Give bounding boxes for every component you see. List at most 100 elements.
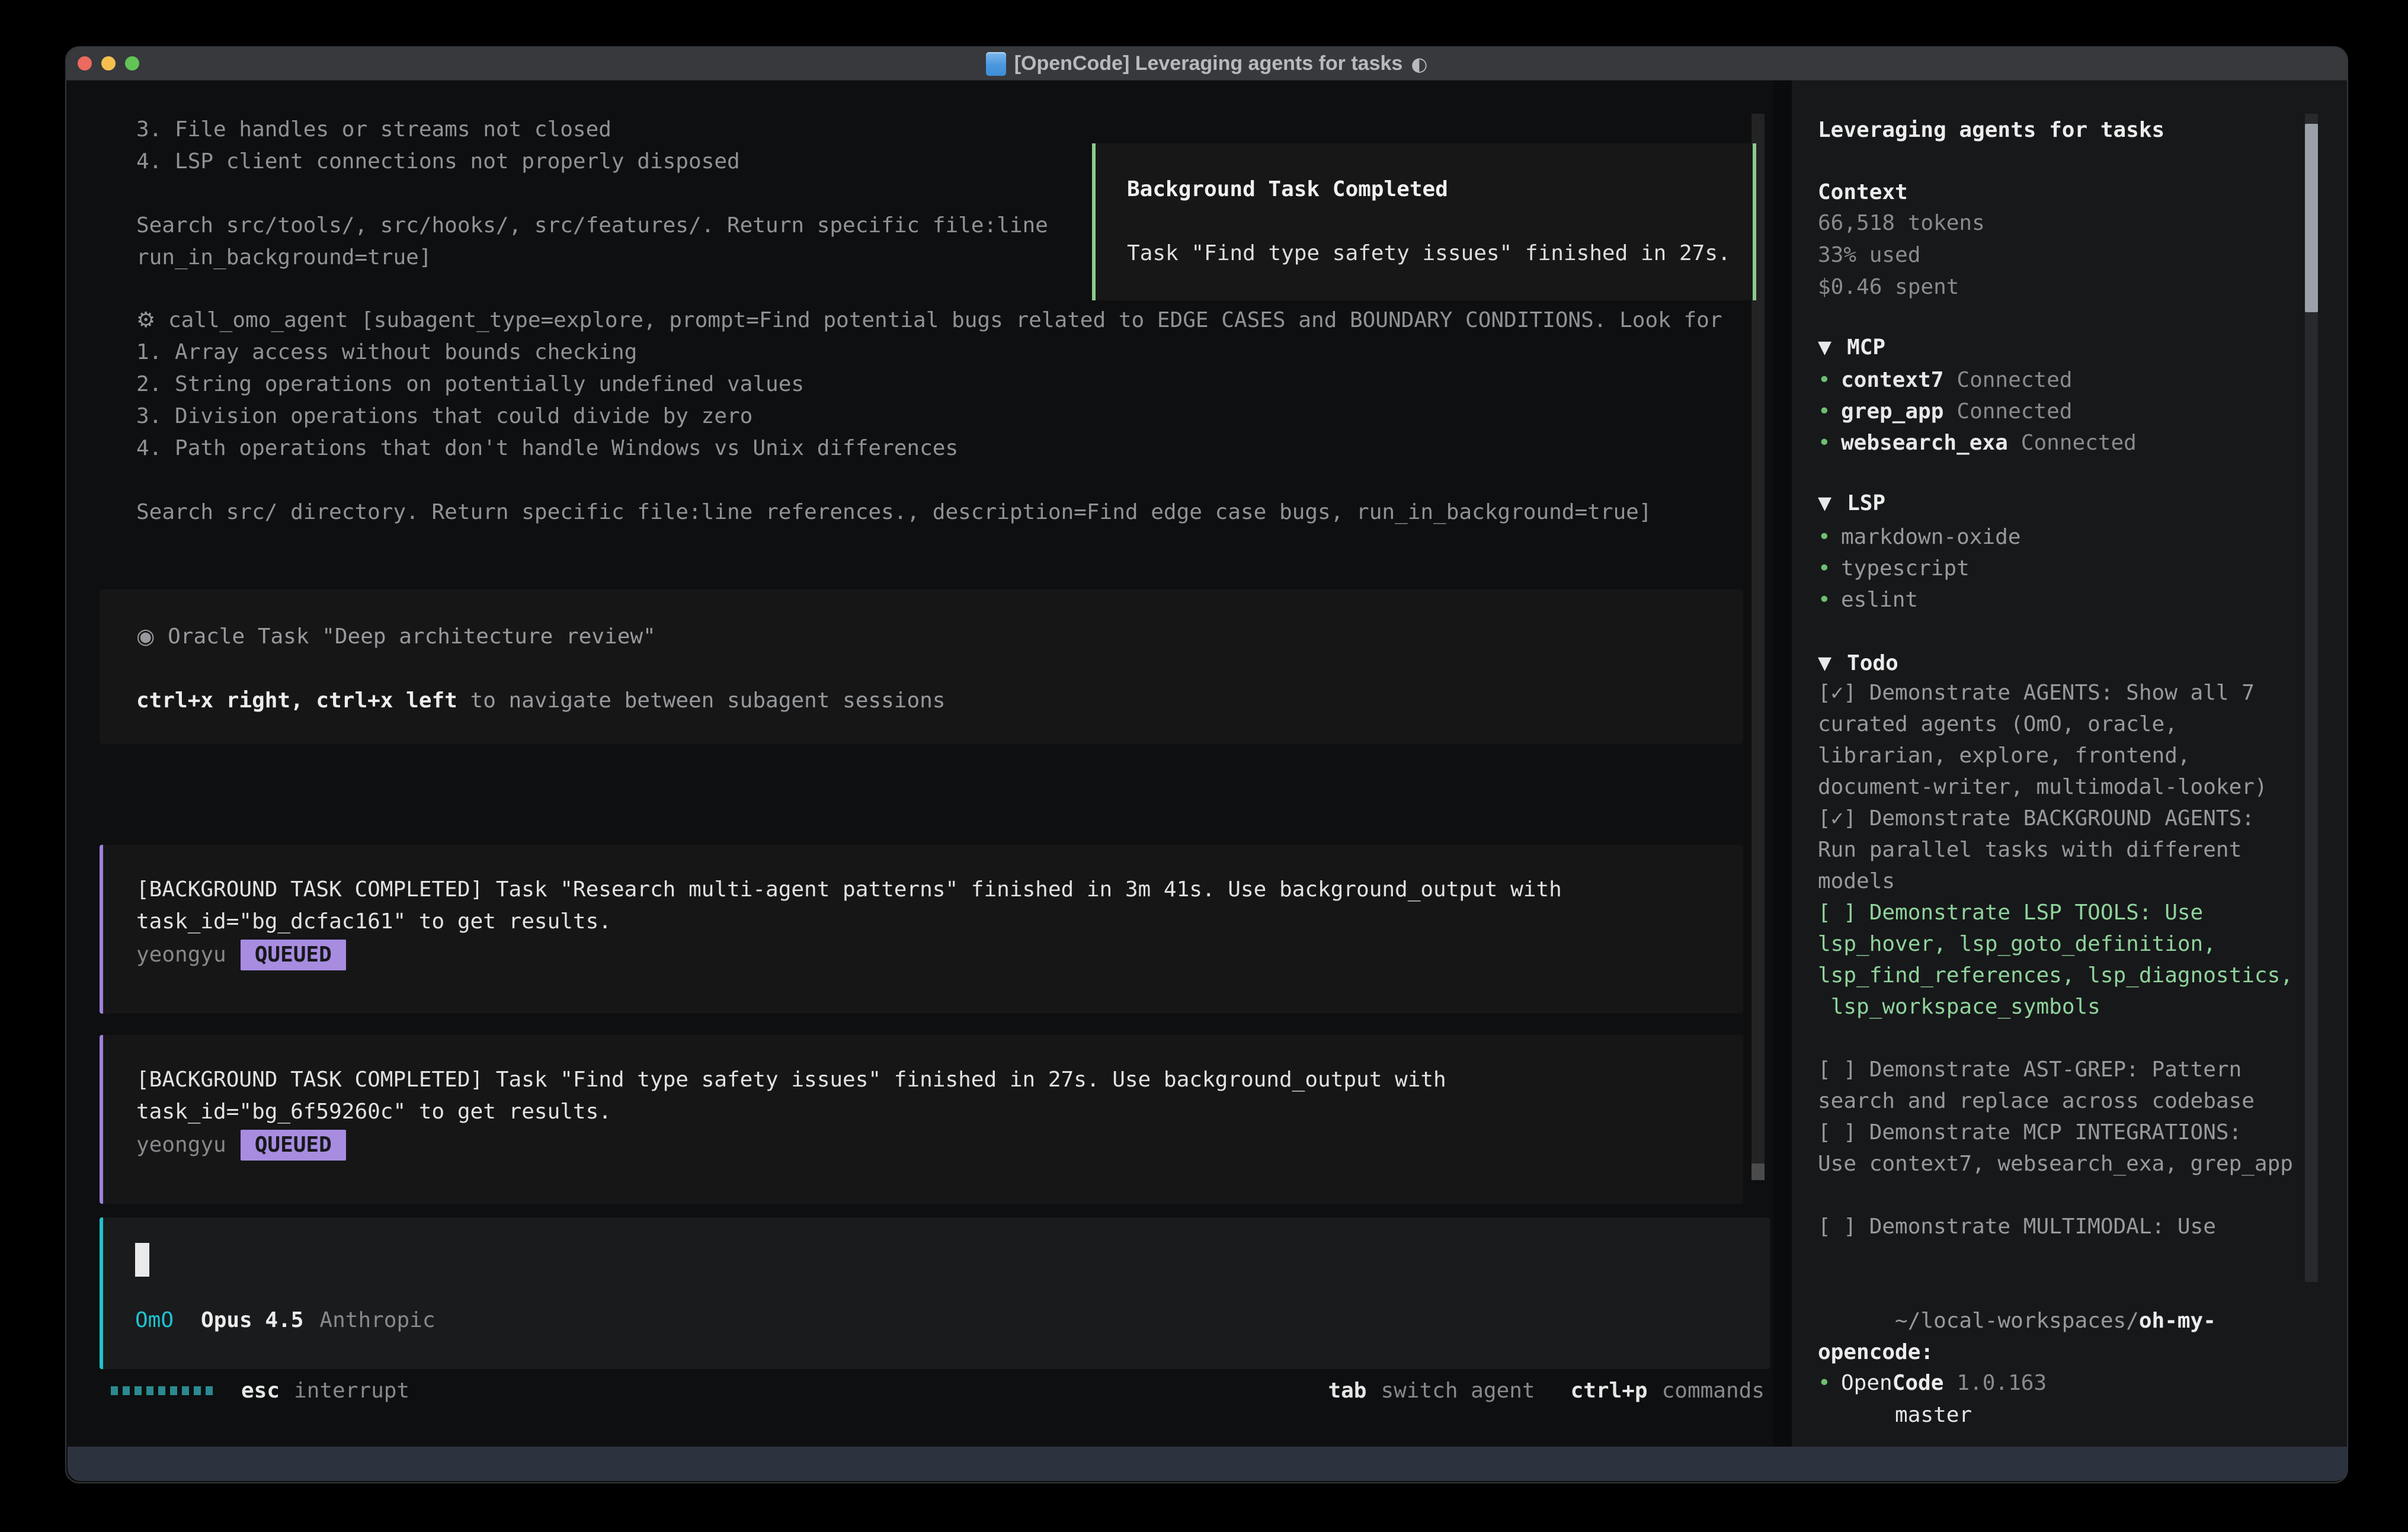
todo-item: [ ] Demonstrate LSP TOOLS: Use lsp_hover… bbox=[1818, 897, 2310, 1023]
background-task-notification: Background Task Completed Task "Find typ… bbox=[1092, 143, 1756, 300]
terminal-window: [OpenCode] Leveraging agents for tasks ◐… bbox=[65, 46, 2348, 1483]
mcp-item-status: Connected bbox=[1956, 396, 2072, 427]
lsp-item-name: eslint bbox=[1841, 584, 1918, 616]
esc-key-hint: esc bbox=[241, 1379, 280, 1403]
oracle-task-box: ◉ Oracle Task "Deep architecture review"… bbox=[100, 589, 1743, 744]
input-meta-row: OmO Opus 4.5 Anthropic bbox=[135, 1305, 436, 1337]
mcp-item-name: grep_app bbox=[1841, 396, 1943, 427]
session-title: Leveraging agents for tasks bbox=[1818, 114, 2310, 146]
todo-list: [✓] Demonstrate AGENTS: Show all 7 curat… bbox=[1818, 677, 2310, 1242]
todo-heading-label: Todo bbox=[1847, 648, 1898, 680]
close-button[interactable] bbox=[78, 56, 92, 70]
mcp-heading-label: MCP bbox=[1847, 332, 1885, 364]
terminal-main-pane: 3. File handles or streams not closed 4.… bbox=[68, 81, 1773, 1450]
mcp-item-status: Connected bbox=[2021, 427, 2137, 459]
mcp-section-heading: ▼ MCP bbox=[1818, 332, 2310, 364]
gear-icon: ⚙ bbox=[136, 308, 155, 332]
status-badge: QUEUED bbox=[241, 940, 346, 970]
bullet-icon: • bbox=[1818, 521, 1841, 553]
tool-call-line: ⚙ call_omo_agent [subagent_type=explore,… bbox=[136, 305, 1722, 336]
input-provider-name: Anthropic bbox=[319, 1305, 435, 1337]
document-icon bbox=[986, 52, 1006, 76]
main-scrollbar-thumb[interactable] bbox=[1751, 1164, 1765, 1180]
fisheye-icon: ◉ bbox=[136, 624, 155, 649]
input-model-name: Opus 4.5 bbox=[201, 1305, 303, 1337]
task-user: yeongyu bbox=[136, 939, 226, 970]
oracle-hint-keys: ctrl+x right, ctrl+x left bbox=[136, 688, 457, 713]
ctrlp-key-label: commands bbox=[1662, 1379, 1765, 1403]
bullet-icon: • bbox=[1818, 584, 1841, 616]
tab-key-label: switch agent bbox=[1381, 1379, 1535, 1403]
lsp-heading-label: LSP bbox=[1847, 488, 1885, 520]
window-bottom-bar bbox=[68, 1447, 2348, 1481]
half-circle-status-icon: ◐ bbox=[1411, 53, 1427, 75]
title-bar[interactable]: [OpenCode] Leveraging agents for tasks ◐ bbox=[66, 47, 2347, 81]
bullet-icon: • bbox=[1818, 1367, 1841, 1399]
todo-item: [✓] Demonstrate AGENTS: Show all 7 curat… bbox=[1818, 677, 2310, 803]
task-meta-row: yeongyu QUEUED bbox=[136, 939, 1743, 970]
tool-call-text: call_omo_agent [subagent_type=explore, p… bbox=[168, 308, 1722, 332]
terminal-cursor bbox=[135, 1243, 149, 1277]
oracle-title-line: ◉ Oracle Task "Deep architecture review" bbox=[136, 621, 1743, 653]
traffic-lights bbox=[78, 56, 139, 70]
status-bar-right: tab switch agent ctrl+p commands bbox=[1328, 1374, 1765, 1406]
notification-title: Background Task Completed bbox=[1127, 177, 1735, 203]
context-heading: Context bbox=[1818, 177, 2310, 209]
mcp-item-name: websearch_exa bbox=[1841, 427, 2008, 459]
sidebar-scrollbar[interactable] bbox=[2305, 114, 2318, 1282]
pane-divider bbox=[1773, 81, 1792, 1450]
task-result-box: [BACKGROUND TASK COMPLETED] Task "Find t… bbox=[100, 1035, 1743, 1204]
collapse-triangle-icon: ▼ bbox=[1818, 648, 1831, 680]
lsp-item: • markdown-oxide bbox=[1818, 521, 2310, 553]
tool-call-detail: 1. Array access without bounds checking … bbox=[136, 336, 1722, 528]
task-result-line1: [BACKGROUND TASK COMPLETED] Task "Resear… bbox=[136, 874, 1743, 906]
bullet-icon: • bbox=[1818, 364, 1841, 396]
activity-dots-icon bbox=[111, 1386, 213, 1395]
window-title-group: [OpenCode] Leveraging agents for tasks ◐ bbox=[66, 47, 2347, 80]
lsp-item-name: markdown-oxide bbox=[1841, 521, 2020, 553]
mcp-item: • grep_app Connected bbox=[1818, 396, 2310, 427]
task-result-line2: task_id="bg_dcfac161" to get results. bbox=[136, 906, 1743, 938]
lsp-item-name: typescript bbox=[1841, 553, 1970, 584]
tab-key-hint: tab bbox=[1328, 1379, 1366, 1403]
todo-section-heading: ▼ Todo bbox=[1818, 648, 2310, 680]
lsp-section-heading: ▼ LSP bbox=[1818, 488, 2310, 520]
oracle-hint-line: ctrl+x right, ctrl+x left to navigate be… bbox=[136, 685, 1743, 717]
mcp-item: • websearch_exa Connected bbox=[1818, 427, 2310, 459]
window-title: [OpenCode] Leveraging agents for tasks bbox=[1014, 52, 1403, 75]
workspace-branch: master bbox=[1895, 1403, 1972, 1427]
collapse-triangle-icon: ▼ bbox=[1818, 332, 1831, 364]
opencode-version-number: 1.0.163 bbox=[1956, 1367, 2047, 1399]
oracle-title: Oracle Task "Deep architecture review" bbox=[168, 624, 656, 649]
todo-item: [ ] Demonstrate MULTIMODAL: Use bbox=[1818, 1211, 2310, 1242]
task-result-line2: task_id="bg_6f59260c" to get results. bbox=[136, 1096, 1743, 1128]
lsp-item: • typescript bbox=[1818, 553, 2310, 584]
mcp-item-name: context7 bbox=[1841, 364, 1943, 396]
prompt-input[interactable]: OmO Opus 4.5 Anthropic bbox=[100, 1217, 1770, 1369]
notification-body: Task "Find type safety issues" finished … bbox=[1127, 241, 1735, 267]
task-user: yeongyu bbox=[136, 1129, 226, 1161]
zoom-button[interactable] bbox=[125, 56, 139, 70]
task-result-box: [BACKGROUND TASK COMPLETED] Task "Resear… bbox=[100, 845, 1743, 1014]
minimize-button[interactable] bbox=[101, 56, 116, 70]
task-meta-row: yeongyu QUEUED bbox=[136, 1129, 1743, 1161]
mcp-item: • context7 Connected bbox=[1818, 364, 2310, 396]
workspace-path: ~/local-workspaces/oh-my-opencode: maste… bbox=[1818, 1274, 2310, 1450]
opencode-version-row: • OpenCode 1.0.163 bbox=[1818, 1367, 2310, 1399]
scrollback-text: 3. File handles or streams not closed 4.… bbox=[136, 114, 1048, 274]
lsp-list: • markdown-oxide • typescript • eslint bbox=[1818, 521, 2310, 616]
task-result-line1: [BACKGROUND TASK COMPLETED] Task "Find t… bbox=[136, 1064, 1743, 1096]
session-sidebar: Leveraging agents for tasks Context 66,5… bbox=[1792, 81, 2347, 1450]
esc-key-label: interrupt bbox=[294, 1379, 409, 1403]
status-badge: QUEUED bbox=[241, 1130, 346, 1161]
todo-item: [ ] Demonstrate MCP INTEGRATIONS: Use co… bbox=[1818, 1117, 2310, 1180]
opencode-name-bold: Code bbox=[1893, 1367, 1944, 1399]
bullet-icon: • bbox=[1818, 553, 1841, 584]
todo-item: [ ] Demonstrate AST-GREP: Pattern search… bbox=[1818, 1054, 2310, 1117]
sidebar-scrollbar-thumb[interactable] bbox=[2305, 124, 2318, 312]
ctrlp-key-hint: ctrl+p bbox=[1571, 1379, 1648, 1403]
status-bar-left: esc interrupt bbox=[111, 1374, 409, 1406]
todo-item: [✓] Demonstrate BACKGROUND AGENTS: Run p… bbox=[1818, 803, 2310, 897]
tool-call-block: ⚙ call_omo_agent [subagent_type=explore,… bbox=[136, 305, 1722, 528]
mcp-list: • context7 Connected • grep_app Connecte… bbox=[1818, 364, 2310, 459]
